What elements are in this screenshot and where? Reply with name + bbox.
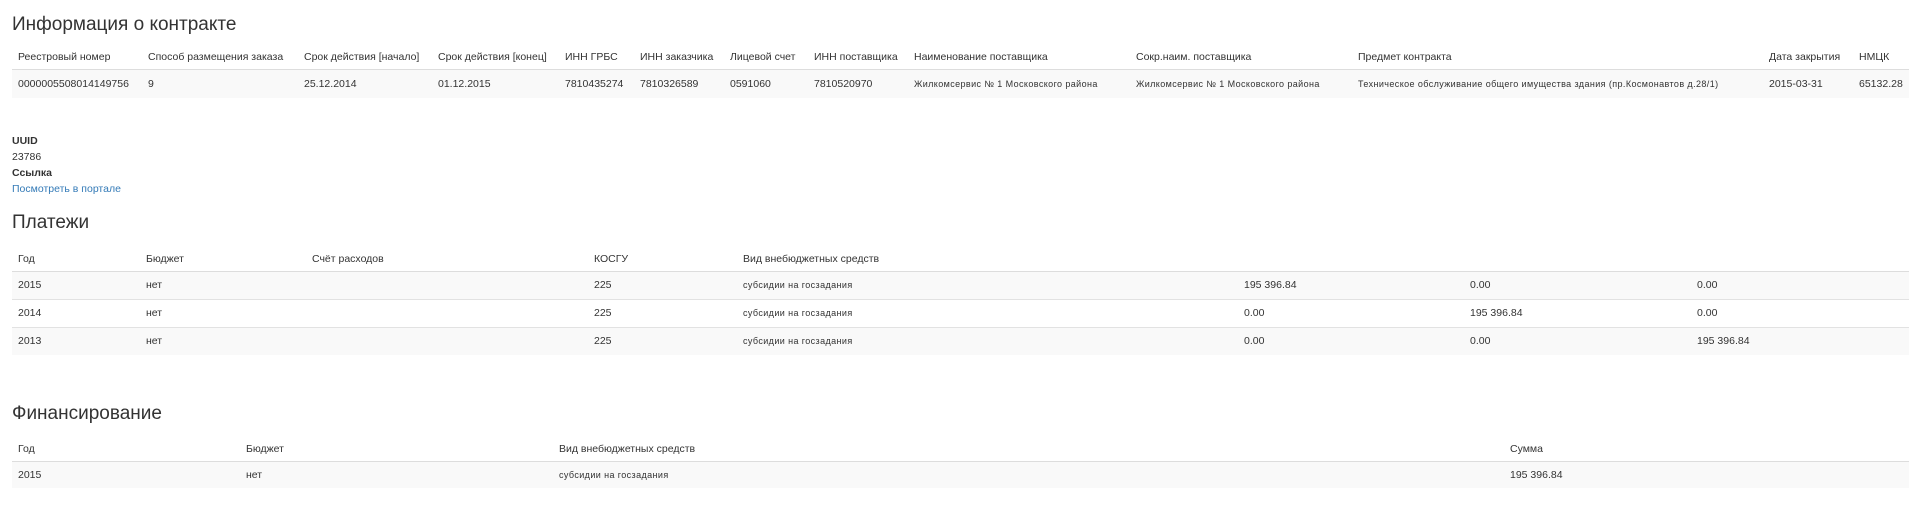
placement-method: 9 — [142, 68, 298, 98]
payments-header-cell[interactable]: Бюджет — [140, 248, 306, 272]
term-start: 25.12.2014 — [298, 68, 432, 98]
view-in-portal-link[interactable]: Посмотреть в портале — [12, 183, 121, 195]
page: Информация о контракте Реестровый номер … — [0, 0, 1920, 523]
payment-amount-1: 0.00 — [1238, 298, 1464, 327]
financing-header-cell[interactable]: Сумма — [1504, 438, 1909, 462]
personal-account: 0591060 — [724, 68, 808, 98]
contract-header-cell[interactable]: Реестровый номер — [12, 46, 142, 70]
nmck-value: 65132.28 — [1853, 68, 1909, 98]
table-row: 2013 нет 225 субсидии на госзадания 0.00… — [12, 326, 1909, 355]
financing-header-row: Год Бюджет Вид внебюджетных средств Сумм… — [12, 438, 1909, 462]
financing-table: Год Бюджет Вид внебюджетных средств Сумм… — [12, 438, 1909, 488]
contract-header-cell[interactable]: ИНН поставщика — [808, 46, 908, 70]
supplier-short-name: Жилкомсервис № 1 Московского района — [1130, 68, 1352, 98]
financing-year: 2015 — [12, 460, 240, 488]
payment-funds-type: субсидии на госзадания — [737, 270, 1238, 299]
payments-header-cell[interactable]: КОСГУ — [588, 248, 737, 272]
financing-funds-type: субсидии на госзадания — [553, 460, 1504, 488]
info-block: UUID 23786 Ссылка Посмотреть в портале — [12, 133, 121, 197]
contract-header-cell[interactable]: Срок действия [конец] — [432, 46, 559, 70]
contract-header-cell[interactable]: Срок действия [начало] — [298, 46, 432, 70]
supplier-name: Жилкомсервис № 1 Московского района — [908, 68, 1130, 98]
payment-budget: нет — [140, 298, 306, 327]
contract-header-cell[interactable]: ИНН заказчика — [634, 46, 724, 70]
uuid-label: UUID — [12, 135, 38, 147]
payment-amount-3: 195 396.84 — [1691, 326, 1909, 355]
table-row: 0000005508014149756 9 25.12.2014 01.12.2… — [12, 68, 1909, 98]
payment-kosgu: 225 — [588, 326, 737, 355]
table-row: 2015 нет субсидии на госзадания 195 396.… — [12, 460, 1909, 488]
payment-account — [306, 326, 588, 355]
contract-header-cell[interactable]: Лицевой счет — [724, 46, 808, 70]
contract-table: Реестровый номер Способ размещения заказ… — [12, 46, 1909, 98]
financing-budget: нет — [240, 460, 553, 488]
payment-amount-2: 195 396.84 — [1464, 298, 1691, 327]
payment-kosgu: 225 — [588, 270, 737, 299]
payments-header-cell[interactable]: Вид внебюджетных средств — [737, 248, 1238, 272]
payment-amount-2: 0.00 — [1464, 270, 1691, 299]
inn-grbs: 7810435274 — [559, 68, 634, 98]
contract-subject: Техническое обслуживание общего имуществ… — [1352, 68, 1763, 98]
payments-header-cell — [1464, 248, 1691, 272]
payment-account — [306, 270, 588, 299]
payment-budget: нет — [140, 270, 306, 299]
payments-table: Год Бюджет Счёт расходов КОСГУ Вид внебю… — [12, 248, 1909, 355]
contract-header-cell[interactable]: Предмет контракта — [1352, 46, 1763, 70]
link-label: Ссылка — [12, 167, 53, 179]
inn-customer: 7810326589 — [634, 68, 724, 98]
payment-kosgu: 225 — [588, 298, 737, 327]
contract-info-title: Информация о контракте — [12, 14, 237, 35]
term-end: 01.12.2015 — [432, 68, 559, 98]
financing-header-cell[interactable]: Вид внебюджетных средств — [553, 438, 1504, 462]
contract-header-cell[interactable]: Дата закрытия — [1763, 46, 1853, 70]
payments-header-row: Год Бюджет Счёт расходов КОСГУ Вид внебю… — [12, 248, 1909, 272]
payments-header-cell[interactable]: Счёт расходов — [306, 248, 588, 272]
payment-year: 2013 — [12, 326, 140, 355]
payments-header-cell — [1238, 248, 1464, 272]
registry-number: 0000005508014149756 — [12, 68, 142, 98]
payment-funds-type: субсидии на госзадания — [737, 298, 1238, 327]
contract-header-cell[interactable]: Наименование поставщика — [908, 46, 1130, 70]
payments-header-cell — [1691, 248, 1909, 272]
payment-amount-3: 0.00 — [1691, 298, 1909, 327]
close-date: 2015-03-31 — [1763, 68, 1853, 98]
table-row: 2015 нет 225 субсидии на госзадания 195 … — [12, 270, 1909, 299]
payments-title: Платежи — [12, 212, 90, 233]
financing-sum: 195 396.84 — [1504, 460, 1909, 488]
payment-account — [306, 298, 588, 327]
table-row: 2014 нет 225 субсидии на госзадания 0.00… — [12, 298, 1909, 327]
contract-header-row: Реестровый номер Способ размещения заказ… — [12, 46, 1909, 70]
uuid-value: 23786 — [12, 151, 42, 163]
contract-header-cell[interactable]: НМЦК — [1853, 46, 1909, 70]
payment-year: 2015 — [12, 270, 140, 299]
financing-header-cell[interactable]: Год — [12, 438, 240, 462]
contract-header-cell[interactable]: ИНН ГРБС — [559, 46, 634, 70]
contract-header-cell[interactable]: Способ размещения заказа — [142, 46, 298, 70]
payment-budget: нет — [140, 326, 306, 355]
financing-header-cell[interactable]: Бюджет — [240, 438, 553, 462]
payment-amount-3: 0.00 — [1691, 270, 1909, 299]
payment-amount-2: 0.00 — [1464, 326, 1691, 355]
inn-supplier: 7810520970 — [808, 68, 908, 98]
payment-amount-1: 0.00 — [1238, 326, 1464, 355]
payment-year: 2014 — [12, 298, 140, 327]
payments-header-cell[interactable]: Год — [12, 248, 140, 272]
payment-amount-1: 195 396.84 — [1238, 270, 1464, 299]
payment-funds-type: субсидии на госзадания — [737, 326, 1238, 355]
financing-title: Финансирование — [12, 403, 162, 424]
contract-header-cell[interactable]: Сокр.наим. поставщика — [1130, 46, 1352, 70]
